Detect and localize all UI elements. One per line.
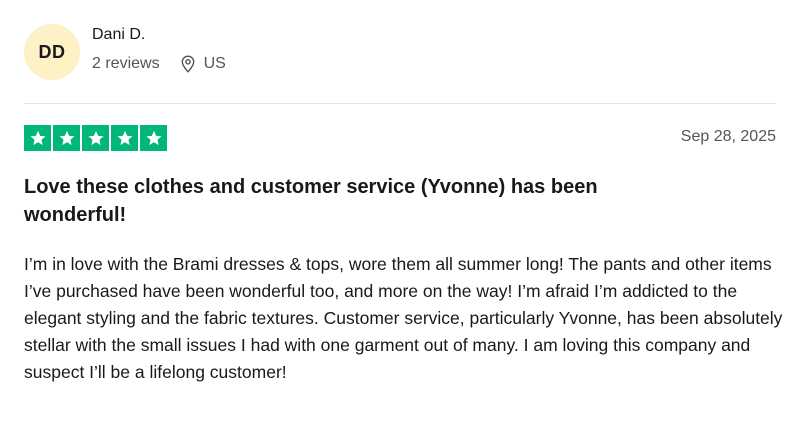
reviewer-meta: 2 reviews US [92, 55, 226, 73]
review-date: Sep 28, 2025 [680, 128, 776, 145]
review-title[interactable]: Love these clothes and customer service … [24, 173, 644, 229]
avatar-initials: DD [38, 41, 66, 62]
star-icon [24, 125, 51, 151]
reviewer-location: US [203, 55, 226, 72]
review-body: I’m in love with the Brami dresses & top… [24, 254, 783, 382]
star-icon [111, 125, 138, 151]
location-pin-icon [180, 55, 196, 73]
star-rating [24, 125, 167, 151]
divider [24, 103, 776, 104]
star-icon [140, 125, 167, 151]
reviewer-name[interactable]: Dani D. [92, 26, 145, 44]
review-card: DD Dani D. 2 reviews US Sep 28, 2025 Lov… [0, 0, 800, 434]
star-icon [82, 125, 109, 151]
star-icon [53, 125, 80, 151]
avatar[interactable]: DD [24, 24, 80, 80]
reviews-count: 2 reviews [92, 55, 160, 72]
